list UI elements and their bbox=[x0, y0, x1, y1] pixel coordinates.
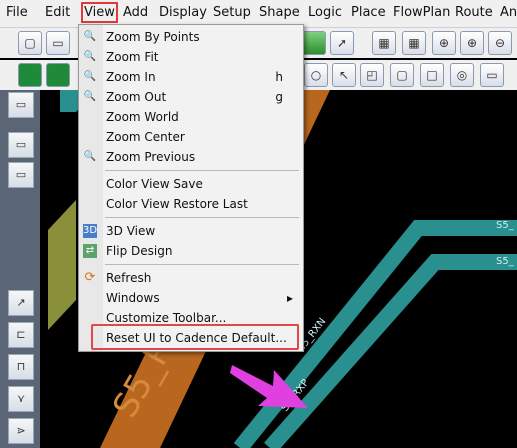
open-folder-icon[interactable]: ▭ bbox=[46, 31, 70, 55]
menu-item-refresh[interactable]: ⟳ Refresh bbox=[79, 268, 303, 288]
square-tool-icon[interactable]: □ bbox=[420, 63, 444, 87]
menu-separator bbox=[105, 217, 299, 218]
menu-item-zoom-in[interactable]: 🔍 Zoom In h bbox=[79, 67, 303, 87]
menu-item-color-view-restore-last[interactable]: Color View Restore Last bbox=[79, 194, 303, 214]
zoom-in-icon: 🔍 bbox=[83, 71, 97, 82]
menu-item-label: Zoom World bbox=[106, 110, 179, 124]
olive-shape bbox=[48, 200, 76, 330]
menu-item-label: Zoom Out bbox=[106, 90, 167, 104]
zoom-fit-icon: 🔍 bbox=[83, 51, 97, 62]
menu-item-shortcut: h bbox=[275, 70, 283, 84]
trace-label-s5-a: S5_ bbox=[496, 220, 515, 231]
pin-icon[interactable]: ➚ bbox=[330, 31, 354, 55]
zoom-out-tool-icon[interactable]: ⊖ bbox=[488, 31, 512, 55]
grid-toggle-icon[interactable]: ▦ bbox=[402, 31, 426, 55]
left-toolbar: ▭ ▭ ▭ ↗ ⊏ ⊓ ⋎ ⋗ bbox=[0, 90, 40, 448]
rounded-rect-tool-icon[interactable]: ▢ bbox=[390, 63, 414, 87]
menu-analyze[interactable]: An bbox=[500, 5, 517, 20]
3d-view-icon: 3D bbox=[83, 224, 98, 238]
menu-edit[interactable]: Edit bbox=[45, 5, 70, 20]
highlight-box bbox=[91, 324, 299, 350]
shape-tool-icon[interactable]: ◰ bbox=[360, 63, 384, 87]
trace-label-s5-b: S5_ bbox=[496, 256, 515, 267]
menu-flowplan[interactable]: FlowPlan bbox=[393, 5, 450, 20]
left-tool-1-icon[interactable]: ▭ bbox=[8, 92, 34, 118]
menu-item-zoom-fit[interactable]: 🔍 Zoom Fit bbox=[79, 47, 303, 67]
menu-separator bbox=[105, 264, 299, 265]
ring-tool-icon[interactable]: ◎ bbox=[450, 63, 474, 87]
menu-item-label: Zoom In bbox=[106, 70, 156, 84]
layer-icon[interactable] bbox=[18, 63, 42, 87]
layer-alt-icon[interactable] bbox=[46, 63, 70, 87]
menu-view[interactable]: View bbox=[81, 2, 118, 23]
flip-design-icon: ⇄ bbox=[83, 244, 97, 258]
zoom-previous-icon: 🔍 bbox=[83, 151, 97, 162]
left-tool-8-icon[interactable]: ⋗ bbox=[8, 418, 34, 444]
menu-item-label: Windows bbox=[106, 291, 160, 305]
menu-logic[interactable]: Logic bbox=[308, 5, 342, 20]
menu-item-label: Zoom Fit bbox=[106, 50, 159, 64]
submenu-arrow-icon: ▸ bbox=[286, 291, 293, 305]
circle-tool-icon[interactable]: ○ bbox=[304, 63, 328, 87]
menu-item-zoom-center[interactable]: Zoom Center bbox=[79, 127, 303, 147]
menu-item-label: Flip Design bbox=[106, 244, 173, 258]
left-tool-2-icon[interactable]: ▭ bbox=[8, 132, 34, 158]
menu-item-3d-view[interactable]: 3D 3D View bbox=[79, 221, 303, 241]
menu-place[interactable]: Place bbox=[351, 5, 386, 20]
menu-shape[interactable]: Shape bbox=[259, 5, 300, 20]
view-menu: 🔍 Zoom By Points 🔍 Zoom Fit 🔍 Zoom In h … bbox=[78, 24, 304, 352]
left-tool-5-icon[interactable]: ⊏ bbox=[8, 322, 34, 348]
menu-item-label: Zoom Previous bbox=[106, 150, 196, 164]
menu-item-zoom-out[interactable]: 🔍 Zoom Out g bbox=[79, 87, 303, 107]
menu-display[interactable]: Display bbox=[159, 5, 207, 20]
menu-item-windows[interactable]: Windows ▸ bbox=[79, 288, 303, 308]
menu-item-zoom-by-points[interactable]: 🔍 Zoom By Points bbox=[79, 27, 303, 47]
menu-item-color-view-save[interactable]: Color View Save bbox=[79, 174, 303, 194]
menu-separator bbox=[105, 170, 299, 171]
new-file-icon[interactable]: ▢ bbox=[18, 31, 42, 55]
refresh-icon: ⟳ bbox=[84, 270, 96, 285]
left-tool-3-icon[interactable]: ▭ bbox=[8, 162, 34, 188]
menu-route[interactable]: Route bbox=[455, 5, 493, 20]
left-tool-4-icon[interactable]: ↗ bbox=[8, 290, 34, 316]
menu-file[interactable]: File bbox=[6, 5, 28, 20]
menu-item-flip-design[interactable]: ⇄ Flip Design bbox=[79, 241, 303, 261]
zoom-in-tool-icon[interactable]: ⊕ bbox=[460, 31, 484, 55]
menu-item-shortcut: g bbox=[275, 90, 283, 104]
menu-item-label: Color View Save bbox=[106, 177, 203, 191]
menu-item-label: Refresh bbox=[106, 271, 152, 285]
left-tool-7-icon[interactable]: ⋎ bbox=[8, 386, 34, 412]
left-tool-6-icon[interactable]: ⊓ bbox=[8, 354, 34, 380]
zoom-out-icon: 🔍 bbox=[83, 91, 97, 102]
rect-select-icon[interactable]: ▭ bbox=[480, 63, 504, 87]
menu-item-label: Zoom By Points bbox=[106, 30, 200, 44]
menu-item-label: Color View Restore Last bbox=[106, 197, 248, 211]
menu-item-label: Zoom Center bbox=[106, 130, 185, 144]
menu-setup[interactable]: Setup bbox=[213, 5, 251, 20]
green-sphere-icon[interactable] bbox=[302, 31, 326, 55]
select-tool-icon[interactable]: ↖ bbox=[332, 63, 356, 87]
menu-item-label: Customize Toolbar... bbox=[106, 311, 227, 325]
grid-icon[interactable]: ▦ bbox=[372, 31, 396, 55]
menu-add[interactable]: Add bbox=[123, 5, 148, 20]
menu-item-zoom-previous[interactable]: 🔍 Zoom Previous bbox=[79, 147, 303, 167]
menu-item-label: 3D View bbox=[106, 224, 156, 238]
zoom-by-points-icon: 🔍 bbox=[83, 31, 97, 42]
zoom-by-points-tool-icon[interactable]: ⊕ bbox=[432, 31, 456, 55]
menu-item-zoom-world[interactable]: Zoom World bbox=[79, 107, 303, 127]
